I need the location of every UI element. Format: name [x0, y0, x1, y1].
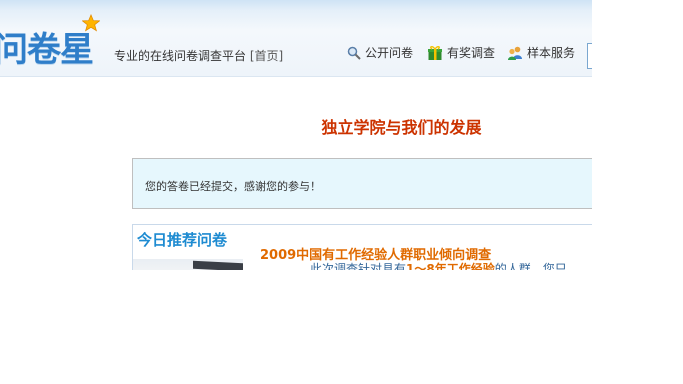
- users-icon: [508, 46, 522, 60]
- star-icon: [82, 14, 100, 32]
- nav-public-surveys[interactable]: 公开问卷: [347, 44, 413, 61]
- nav-label: 样本服务: [527, 46, 576, 60]
- tagline-text: 专业的在线问卷调查平台: [114, 49, 247, 63]
- site-header: 问卷星 专业的在线问卷调查平台 [首页] 公开问卷 有奖调查 样本服务: [0, 0, 592, 77]
- survey-title: 独立学院与我们的发展: [321, 118, 482, 137]
- recommend-heading: 今日推荐问卷: [137, 231, 228, 249]
- recommend-panel: 今日推荐问卷 2009中国有工作经验人群职业倾向调查 此次调查针对具有1～8年工…: [132, 224, 592, 270]
- site-tagline: 专业的在线问卷调查平台 [首页]: [114, 47, 283, 64]
- nav-sample-service[interactable]: 样本服务: [507, 44, 575, 61]
- nav-prize-surveys[interactable]: 有奖调查: [427, 44, 495, 61]
- site-logo[interactable]: 问卷星: [0, 22, 94, 71]
- desc-suffix: 的人群，您只: [494, 262, 567, 270]
- nav-label: 有奖调查: [447, 46, 496, 60]
- nav-label: 公开问卷: [365, 46, 414, 60]
- magnifier-icon: [347, 46, 361, 60]
- page-viewport: 问卷星 专业的在线问卷调查平台 [首页] 公开问卷 有奖调查 样本服务 独立学院…: [0, 0, 592, 270]
- survey-thumbnail[interactable]: [133, 259, 243, 270]
- gift-icon: [428, 45, 442, 60]
- home-link[interactable]: [首页]: [250, 49, 283, 63]
- desc-prefix: 此次调查针对具有: [310, 262, 407, 270]
- desc-highlight: 1～8年工作经验: [406, 262, 495, 270]
- submit-notice: 您的答卷已经提交，感谢您的参与！: [132, 158, 592, 209]
- search-input[interactable]: [587, 43, 592, 69]
- recommended-survey-desc: 此次调查针对具有1～8年工作经验的人群，您只: [310, 260, 567, 270]
- notice-text: 您的答卷已经提交，感谢您的参与！: [145, 180, 321, 193]
